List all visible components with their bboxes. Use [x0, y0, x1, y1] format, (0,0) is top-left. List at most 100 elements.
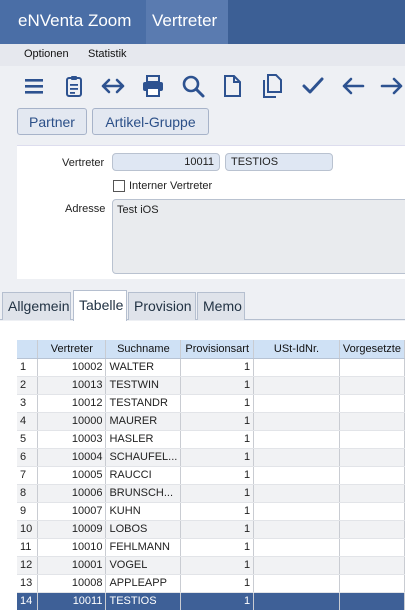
vertreter-name-field[interactable]: TESTIOS [225, 153, 333, 171]
menu-optionen[interactable]: Optionen [24, 48, 69, 60]
table-cell[interactable]: 12 [17, 556, 39, 575]
table-cell[interactable]: 1 [180, 592, 255, 610]
table-row[interactable]: 11 10010 FEHLMANN 1 [17, 538, 405, 557]
table-cell[interactable] [339, 484, 405, 503]
app-tab[interactable]: eNVenta Zoom [0, 0, 146, 44]
table-cell[interactable]: HASLER [105, 430, 182, 449]
table-cell[interactable]: 1 [180, 484, 255, 503]
tab-memo[interactable]: Memo [197, 292, 245, 320]
table-cell[interactable]: KUHN [105, 502, 182, 521]
column-header-provisionsart[interactable]: Provisionsart [180, 340, 255, 359]
table-cell[interactable] [253, 466, 340, 485]
table-cell[interactable] [339, 502, 405, 521]
table-row[interactable]: 9 10007 KUHN 1 [17, 502, 405, 521]
table-cell[interactable]: 10003 [37, 430, 107, 449]
table-row[interactable]: 1 10002 WALTER 1 [17, 358, 405, 377]
table-cell[interactable]: LOBOS [105, 520, 182, 539]
table-cell[interactable]: 5 [17, 430, 39, 449]
table-cell[interactable]: 1 [180, 358, 255, 377]
table-cell[interactable] [253, 592, 340, 610]
column-header-ust-idnr[interactable]: USt-IdNr. [253, 340, 340, 359]
table-row[interactable]: 8 10006 BRUNSCH... 1 [17, 484, 405, 503]
table-cell[interactable]: 10 [17, 520, 39, 539]
table-cell[interactable]: MAURER [105, 412, 182, 431]
table-cell[interactable] [339, 448, 405, 467]
table-cell[interactable] [339, 376, 405, 395]
table-cell[interactable] [253, 574, 340, 593]
table-cell[interactable]: 10012 [37, 394, 107, 413]
table-cell[interactable]: 6 [17, 448, 39, 467]
search-icon[interactable] [179, 72, 209, 100]
table-cell[interactable] [339, 592, 405, 610]
table-cell[interactable]: APPLEAPP [105, 574, 182, 593]
swap-horizontal-icon[interactable] [99, 72, 129, 100]
table-cell[interactable] [253, 430, 340, 449]
table-cell[interactable] [339, 358, 405, 377]
menu-statistik[interactable]: Statistik [88, 48, 127, 60]
table-cell[interactable] [253, 520, 340, 539]
table-row[interactable]: 2 10013 TESTWIN 1 [17, 376, 405, 395]
table-row[interactable]: 10 10009 LOBOS 1 [17, 520, 405, 539]
table-cell[interactable]: TESTWIN [105, 376, 182, 395]
table-cell[interactable]: 11 [17, 538, 39, 557]
table-cell[interactable]: 1 [180, 574, 255, 593]
table-cell[interactable]: 10008 [37, 574, 107, 593]
table-cell[interactable]: 2 [17, 376, 39, 395]
artikel-gruppe-button[interactable]: Artikel-Gruppe [92, 108, 209, 135]
table-cell[interactable] [253, 448, 340, 467]
table-cell[interactable]: TESTIOS [105, 592, 182, 610]
table-cell[interactable]: 13 [17, 574, 39, 593]
table-row[interactable]: 12 10001 VOGEL 1 [17, 556, 405, 575]
table-cell[interactable]: 1 [180, 412, 255, 431]
interner-vertreter-checkbox[interactable] [113, 180, 125, 192]
table-cell[interactable]: 1 [180, 376, 255, 395]
tab-provision[interactable]: Provision [128, 292, 196, 320]
table-cell[interactable]: FEHLMANN [105, 538, 182, 557]
column-header-suchname[interactable]: Suchname [105, 340, 182, 359]
table-cell[interactable]: 1 [180, 502, 255, 521]
table-cell[interactable] [253, 412, 340, 431]
table-row[interactable]: 3 10012 TESTANDR 1 [17, 394, 405, 413]
table-cell[interactable]: 10006 [37, 484, 107, 503]
table-cell[interactable]: 7 [17, 466, 39, 485]
table-cell[interactable]: 1 [180, 538, 255, 557]
table-cell[interactable]: 4 [17, 412, 39, 431]
table-row[interactable]: 6 10004 SCHAUFEL... 1 [17, 448, 405, 467]
table-cell[interactable]: BRUNSCH... [105, 484, 182, 503]
table-cell[interactable] [253, 394, 340, 413]
table-cell[interactable]: 10007 [37, 502, 107, 521]
table-cell[interactable]: 1 [180, 520, 255, 539]
table-cell[interactable]: 10009 [37, 520, 107, 539]
copy-document-icon[interactable] [258, 72, 288, 100]
table-cell[interactable] [339, 412, 405, 431]
table-cell[interactable]: 1 [180, 466, 255, 485]
table-cell[interactable] [339, 394, 405, 413]
menu-icon[interactable] [20, 72, 50, 100]
table-cell[interactable]: 10010 [37, 538, 107, 557]
table-cell[interactable]: 1 [180, 394, 255, 413]
checkmark-icon[interactable] [299, 72, 329, 100]
table-cell[interactable]: 10004 [37, 448, 107, 467]
table-cell[interactable]: SCHAUFEL... [105, 448, 182, 467]
table-cell[interactable] [339, 556, 405, 575]
table-cell[interactable]: 1 [180, 556, 255, 575]
table-cell[interactable]: 10002 [37, 358, 107, 377]
tab-allgemein[interactable]: Allgemein [2, 292, 71, 320]
table-cell[interactable]: 1 [180, 448, 255, 467]
table-cell[interactable]: TESTANDR [105, 394, 182, 413]
table-row[interactable]: 4 10000 MAURER 1 [17, 412, 405, 431]
tab-tabelle[interactable]: Tabelle [73, 290, 127, 321]
table-row[interactable]: 7 10005 RAUCCI 1 [17, 466, 405, 485]
table-cell[interactable]: 9 [17, 502, 39, 521]
clipboard-icon[interactable] [60, 72, 90, 100]
partner-button[interactable]: Partner [17, 108, 87, 135]
table-cell[interactable] [339, 574, 405, 593]
table-cell[interactable]: 10011 [37, 592, 107, 610]
table-cell[interactable]: 14 [17, 592, 39, 610]
vertreter-number-field[interactable]: 10011 [112, 153, 220, 171]
table-cell[interactable]: 8 [17, 484, 39, 503]
table-cell[interactable] [253, 376, 340, 395]
table-cell[interactable] [253, 484, 340, 503]
table-cell[interactable]: VOGEL [105, 556, 182, 575]
column-header-vertreter[interactable]: Vertreter [37, 340, 107, 359]
